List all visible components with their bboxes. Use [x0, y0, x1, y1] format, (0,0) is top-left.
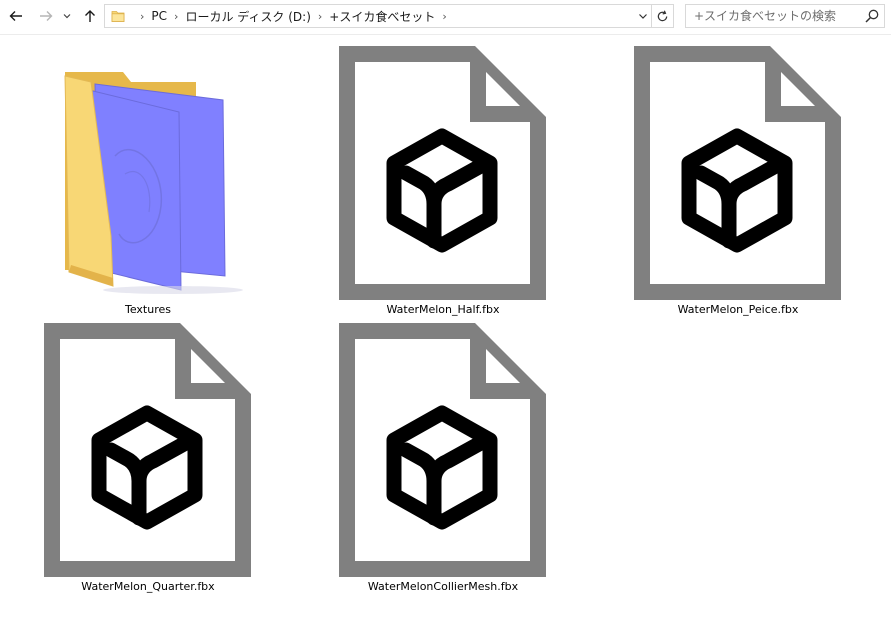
file-name-label: WaterMelonCollierMesh.fbx — [367, 580, 519, 593]
3d-model-file-icon — [339, 323, 546, 577]
navigation-bar: › PC › ローカル ディスク (D:) › +スイカ食べセット › — [0, 0, 891, 35]
breadcrumb-local-disk[interactable]: ローカル ディスク (D:) — [185, 8, 310, 25]
file-name-label: Textures — [125, 303, 171, 316]
file-name-label: WaterMelon_Half.fbx — [386, 303, 500, 316]
address-bar[interactable]: › PC › ローカル ディスク (D:) › +スイカ食べセット › — [104, 4, 674, 28]
file-name-label: WaterMelon_Peice.fbx — [677, 303, 799, 316]
back-arrow-icon — [9, 11, 22, 21]
address-dropdown-button[interactable] — [636, 5, 650, 27]
forward-button[interactable] — [36, 6, 56, 26]
breadcrumb-pc[interactable]: PC — [151, 9, 167, 23]
recent-locations-button[interactable] — [60, 6, 74, 26]
3d-model-file-icon — [634, 46, 841, 300]
refresh-icon — [657, 10, 667, 21]
search-icon[interactable] — [864, 8, 880, 24]
chevron-right-icon[interactable]: › — [318, 10, 322, 23]
chevron-right-icon: › — [140, 9, 145, 23]
3d-model-file-icon — [44, 323, 251, 577]
back-button[interactable] — [6, 6, 26, 26]
file-name-label: WaterMelon_Quarter.fbx — [81, 580, 215, 593]
refresh-button[interactable] — [653, 5, 671, 27]
breadcrumb-current-folder[interactable]: +スイカ食べセット — [329, 8, 435, 25]
search-input[interactable] — [686, 5, 864, 27]
address-divider — [651, 5, 652, 27]
chevron-down-icon — [63, 14, 71, 19]
3d-model-file-icon — [339, 46, 546, 300]
up-arrow-icon — [85, 10, 95, 22]
folder-icon — [111, 11, 125, 22]
chevron-right-icon[interactable]: › — [442, 10, 446, 23]
chevron-right-icon[interactable]: › — [174, 10, 178, 23]
up-button[interactable] — [80, 6, 100, 26]
folder-icon — [64, 72, 243, 294]
breadcrumb: › PC › ローカル ディスク (D:) › +スイカ食べセット › — [133, 5, 454, 27]
chevron-down-icon — [639, 14, 647, 19]
search-box — [685, 4, 885, 28]
forward-arrow-icon — [40, 11, 53, 21]
